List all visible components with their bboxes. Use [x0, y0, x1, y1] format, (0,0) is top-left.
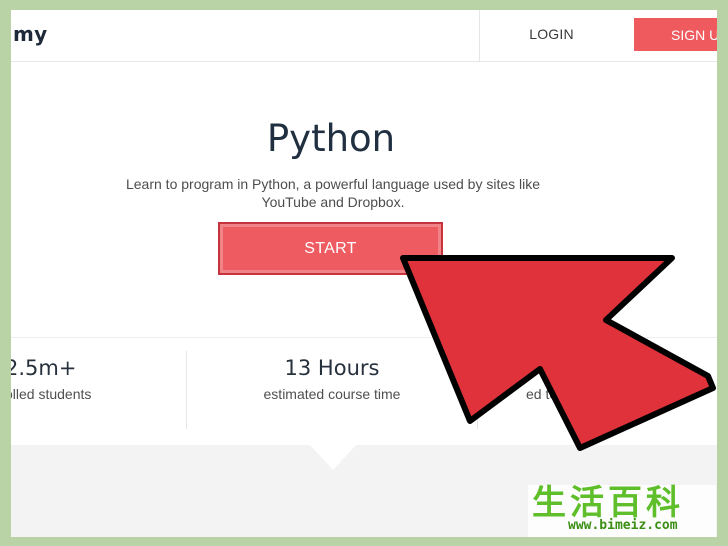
watermark-url: www.bimeiz.com	[568, 518, 678, 533]
pointer-arrow-icon	[400, 255, 716, 451]
watermark-logo: 生 活 百 科	[532, 483, 680, 523]
watermark: 生 活 百 科 www.bimeiz.com	[528, 485, 716, 537]
